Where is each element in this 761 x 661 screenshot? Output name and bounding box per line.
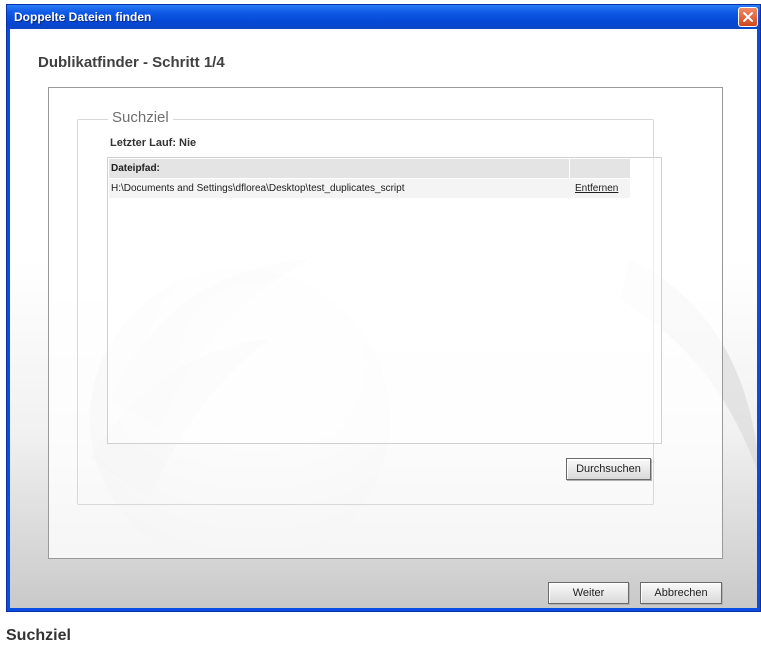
path-table: Dateipfad: H:\Documents and Settings\dfl… xyxy=(107,157,662,444)
title-bar[interactable]: Doppelte Dateien finden xyxy=(7,5,760,29)
column-separator xyxy=(569,159,570,178)
last-run-label: Letzter Lauf: Nie xyxy=(110,137,197,149)
wizard-heading: Dublikatfinder - Schritt 1/4 xyxy=(38,54,225,71)
table-row[interactable]: H:\Documents and Settings\dflorea\Deskto… xyxy=(109,179,630,198)
cancel-button[interactable]: Abbrechen xyxy=(640,582,722,604)
close-icon xyxy=(743,12,753,22)
column-header-path: Dateipfad: xyxy=(111,163,160,174)
page-caption: Suchziel xyxy=(6,627,71,644)
dialog-client-area: Dublikatfinder - Schritt 1/4 Suchziel Le… xyxy=(10,29,757,608)
browse-button[interactable]: Durchsuchen xyxy=(566,458,651,480)
close-button[interactable] xyxy=(738,7,758,27)
table-header: Dateipfad: xyxy=(109,159,630,178)
window-title: Doppelte Dateien finden xyxy=(14,10,152,24)
path-cell: H:\Documents and Settings\dflorea\Deskto… xyxy=(111,183,405,194)
group-title: Suchziel xyxy=(108,109,173,126)
dialog-window: Doppelte Dateien finden Dublikatfinder -… xyxy=(6,4,761,612)
next-button[interactable]: Weiter xyxy=(548,582,629,604)
remove-link[interactable]: Entfernen xyxy=(575,183,618,194)
